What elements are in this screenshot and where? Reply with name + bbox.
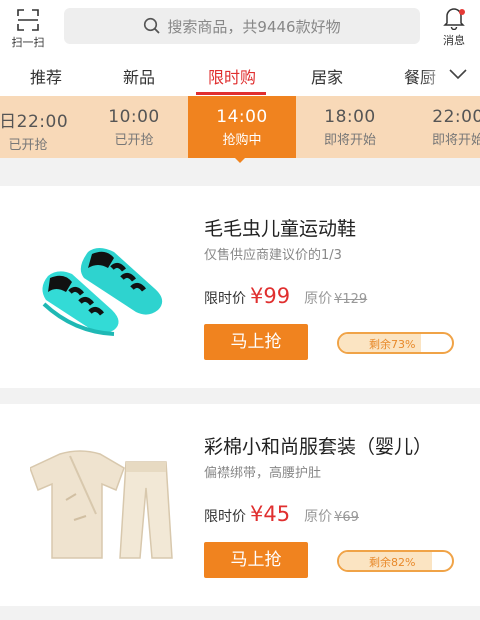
slot-status: 已开抢 bbox=[8, 138, 48, 153]
active-tab-indicator bbox=[196, 92, 266, 95]
tab-recommend[interactable]: 推荐 bbox=[30, 64, 62, 88]
original-price: ¥129 bbox=[334, 292, 368, 307]
slot-status: 已开抢 bbox=[114, 133, 154, 148]
product-image-baby-clothes bbox=[30, 450, 173, 559]
buy-now-button[interactable]: 马上抢 bbox=[204, 542, 308, 578]
original-price: ¥69 bbox=[334, 510, 359, 525]
tab-new[interactable]: 新品 bbox=[123, 64, 155, 88]
time-slot[interactable]: 7日22:00 已开抢 bbox=[0, 96, 82, 158]
slot-time: 22:00 bbox=[432, 107, 480, 127]
stock-text: 剩余82% bbox=[369, 556, 416, 569]
time-slot[interactable]: 18:00 即将开始 bbox=[296, 96, 404, 158]
time-slot[interactable]: 10:00 已开抢 bbox=[80, 96, 188, 158]
chevron-down-icon[interactable] bbox=[448, 66, 468, 82]
price-row: 限时价 ¥45 原价 ¥69 bbox=[204, 502, 359, 526]
sale-price: ¥45 bbox=[250, 502, 291, 526]
message-label: 消息 bbox=[443, 34, 465, 47]
price-row: 限时价 ¥99 原价 ¥129 bbox=[204, 284, 367, 308]
slot-time: 18:00 bbox=[324, 107, 376, 127]
price-label: 限时价 bbox=[204, 291, 246, 307]
slot-time: 10:00 bbox=[108, 107, 160, 127]
original-price-label: 原价 bbox=[304, 509, 333, 525]
slot-time: 14:00 bbox=[216, 107, 268, 127]
scan-icon bbox=[17, 9, 39, 31]
price-label: 限时价 bbox=[204, 509, 246, 525]
product-title: 毛毛虫儿童运动鞋 bbox=[204, 218, 357, 240]
slot-time: 7日22:00 bbox=[0, 112, 69, 132]
product-card[interactable]: 毛毛虫儿童运动鞋 仅售供应商建议价的1/3 限时价 ¥99 原价 ¥129 马上抢 剩… bbox=[0, 186, 480, 388]
product-image-kids-shoes bbox=[42, 248, 163, 336]
stock-progress: 剩余73% bbox=[337, 332, 454, 354]
slot-status: 即将开始 bbox=[431, 133, 480, 148]
sale-price: ¥99 bbox=[250, 284, 291, 308]
product-card[interactable]: 彩棉小和尚服套装（婴儿） 偏襟绑带，高腰护肚 限时价 ¥45 原价 ¥69 马上抢 剩… bbox=[0, 404, 480, 606]
time-slot-active[interactable]: 14:00 抢购中 bbox=[188, 96, 296, 158]
search-icon bbox=[144, 17, 161, 34]
slot-status: 抢购中 bbox=[222, 133, 262, 148]
product-title: 彩棉小和尚服套装（婴儿） bbox=[204, 436, 433, 458]
message-button[interactable]: 消息 bbox=[432, 4, 476, 50]
time-slot[interactable]: 22:00 即将开始 bbox=[404, 96, 480, 158]
stock-progress: 剩余82% bbox=[337, 550, 454, 572]
category-tabs: 推荐 新品 限时购 居家 餐厨 bbox=[0, 56, 480, 96]
scan-label: 扫一扫 bbox=[11, 36, 45, 49]
product-subtitle: 偏襟绑带，高腰护肚 bbox=[204, 466, 322, 481]
top-bar: 扫一扫 搜索商品，共9446款好物 消息 bbox=[0, 0, 480, 56]
product-subtitle: 仅售供应商建议价的1/3 bbox=[204, 248, 342, 263]
slot-status: 即将开始 bbox=[323, 133, 376, 148]
unread-dot bbox=[459, 9, 465, 15]
time-slot-bar: 7日22:00 已开抢 10:00 已开抢 14:00 抢购中 18:00 即将… bbox=[0, 96, 480, 158]
original-price-label: 原价 bbox=[304, 291, 333, 307]
scan-button[interactable]: 扫一扫 bbox=[6, 6, 50, 50]
active-slot-caret bbox=[233, 156, 247, 163]
stock-text: 剩余73% bbox=[369, 338, 416, 351]
buy-now-button[interactable]: 马上抢 bbox=[204, 324, 308, 360]
tab-flash-sale[interactable]: 限时购 bbox=[208, 64, 256, 88]
search-placeholder: 搜索商品，共9446款好物 bbox=[167, 17, 341, 36]
tab-home[interactable]: 居家 bbox=[311, 64, 343, 88]
search-bar[interactable]: 搜索商品，共9446款好物 bbox=[64, 8, 420, 44]
